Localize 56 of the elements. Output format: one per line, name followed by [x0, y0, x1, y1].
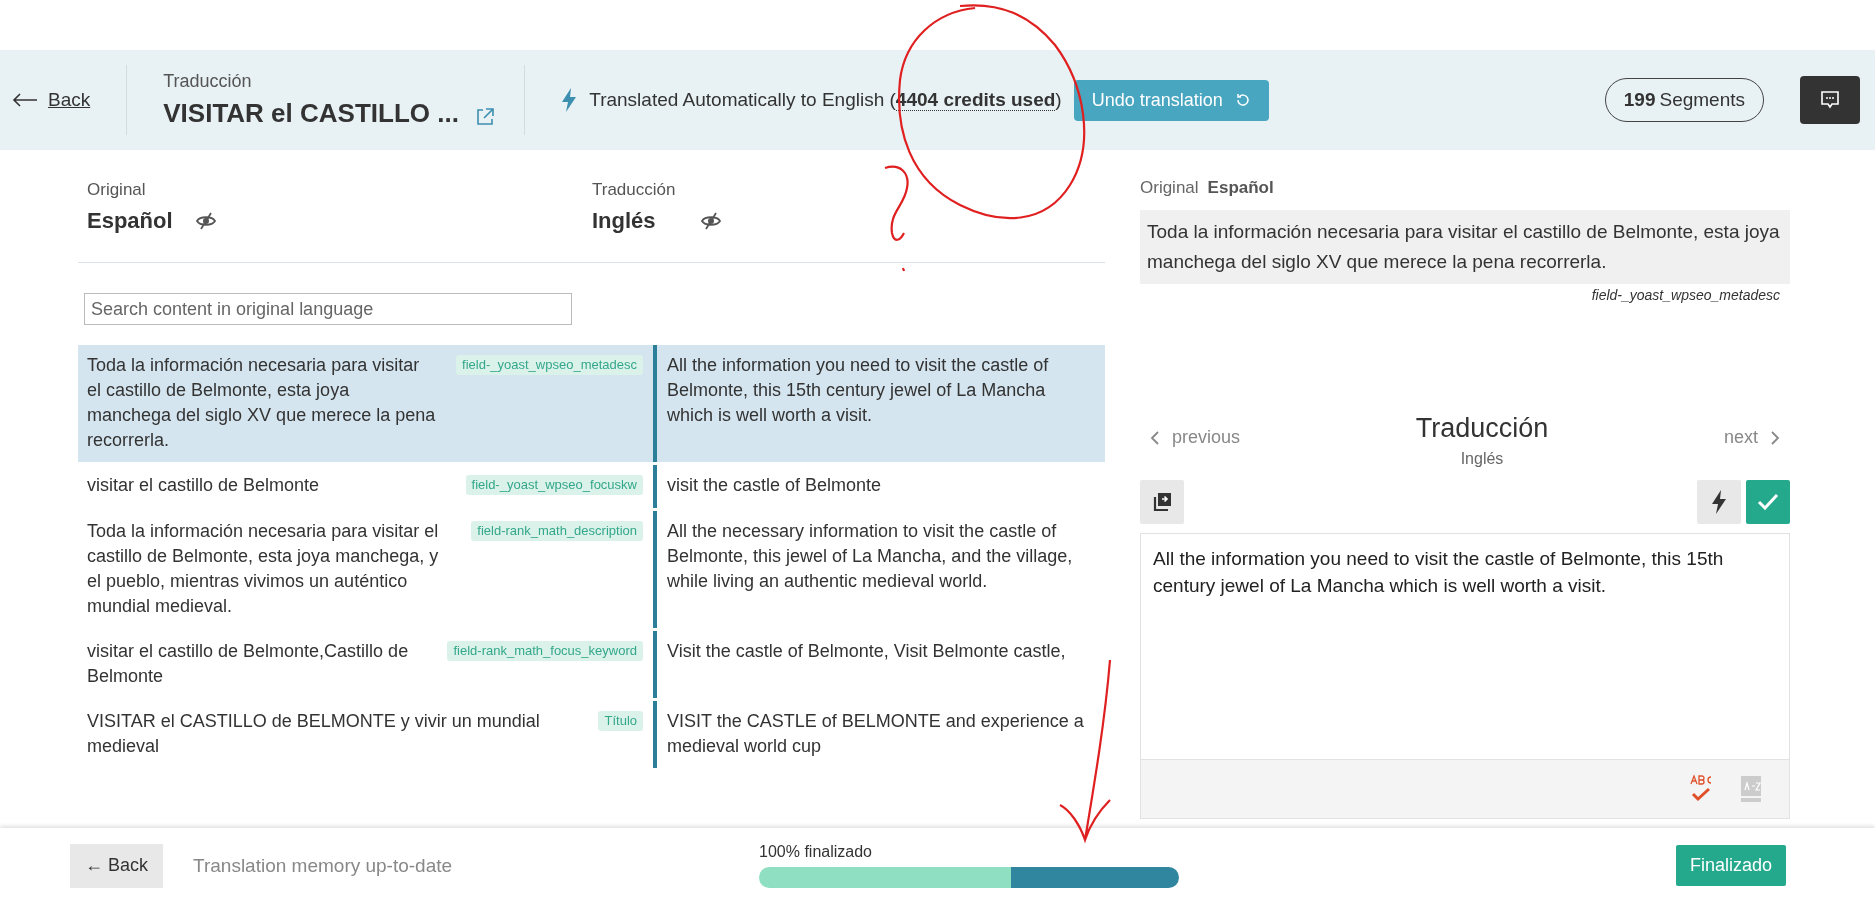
eye-slash-icon[interactable] — [700, 212, 722, 230]
segment-row[interactable]: visitar el castillo de Belmonte,Castillo de Belmonte field-rank_math_focus_keyword Visit the castle of Belmonte, Visit Belmonte castle, — [78, 631, 1105, 698]
column-label: Original — [87, 180, 147, 200]
previous-link[interactable]: previous — [1150, 427, 1241, 448]
undo-icon — [1234, 92, 1251, 108]
translation-heading: Traducción — [1415, 413, 1549, 444]
search-field[interactable]: Search content in original language — [84, 293, 572, 325]
back-button[interactable]: ← Back — [70, 843, 164, 888]
title-label: Traducción — [163, 71, 253, 92]
column-label: Traducción — [592, 180, 677, 200]
document-title: VISITAR el CASTILLO ... — [163, 98, 459, 129]
field-tag: field-rank_math_description — [471, 521, 643, 541]
comment-icon — [1819, 89, 1841, 111]
translated-text: VISIT the CASTLE of BELMONTE and experience a medieval world cup — [667, 711, 1084, 756]
source-text: visitar el castillo de Belmonte,Castillo de Belmonte — [87, 640, 410, 688]
source-text: visitar el castillo de Belmonte — [87, 474, 320, 497]
language-name: Inglés — [592, 208, 657, 234]
source-text: VISITAR el CASTILLO de BELMONTE y vivir un mundial medieval — [87, 710, 541, 758]
source-text: Toda la información necesaria para visitar el castillo de Belmonte, esta joya manchega del siglo XV que merece la pena recorrerla. — [87, 354, 437, 452]
lightning-icon — [561, 88, 578, 112]
chevron-left-icon — [1150, 429, 1160, 446]
segment-row[interactable]: visitar el castillo de Belmonte field-_yoast_wpseo_focuskw visit the castle of Belmonte — [78, 465, 1105, 508]
field-tag: field-rank_math_focus_keyword — [447, 641, 643, 661]
segment-row[interactable] — [78, 345, 1105, 462]
field-tag: field-_yoast_wpseo_metadesc — [456, 355, 643, 375]
segment-row[interactable]: VISITAR el CASTILLO de BELMONTE y vivir un mundial medieval Título VISIT the CASTLE of BELMONTE and experience a medieval world cup — [78, 701, 1105, 768]
copy-source-button[interactable] — [1140, 480, 1184, 524]
eye-slash-icon[interactable] — [195, 212, 217, 230]
target-language: Inglés — [1460, 450, 1504, 468]
translation-field[interactable]: All the information you need to visit the castle of Belmonte, this 15th century jewel of La Mancha which is well worth a visit. — [1140, 533, 1790, 759]
arrow-left-icon — [12, 93, 38, 107]
original-label: Original — [1140, 178, 1199, 198]
back-link[interactable]: Back — [12, 89, 91, 111]
language-name: Español — [87, 208, 174, 234]
source-language: Español — [1207, 178, 1274, 198]
copy-icon — [1151, 491, 1173, 513]
field-tag: Título — [598, 711, 643, 731]
confirm-button[interactable] — [1746, 480, 1790, 524]
field-name: field-_yoast_wpseo_metadesc — [1591, 287, 1780, 303]
external-link-icon[interactable] — [474, 106, 495, 127]
translated-text: Visit the castle of Belmonte, Visit Belmonte castle, — [667, 641, 1066, 661]
translated-text: All the information you need to visit the castle of Belmonte, this 15th century jewel of La Mancha which is well worth a visit. — [667, 355, 1049, 425]
lightning-icon — [1711, 490, 1727, 514]
comment-button[interactable] — [1800, 76, 1860, 124]
checkmark-icon — [1756, 492, 1780, 512]
memory-status-text: Translation memory up-to-date — [193, 854, 454, 877]
chevron-right-icon — [1770, 429, 1780, 446]
source-text: Toda la información necesaria para visitar el castillo de Belmonte, esta joya manchega, y el pueblo, mientras vivimos un auténtico mundial medieval. — [87, 520, 440, 618]
translated-text: All the necessary information to visit the castle of Belmonte, this jewel of La Mancha, and the village, while living an authentic medieval world. — [667, 521, 1073, 591]
auto-translate-button[interactable] — [1697, 480, 1741, 524]
spellcheck-icon[interactable] — [1689, 774, 1713, 804]
source-text-box: Toda la información necesaria para visitar el castillo de Belmonte, esta joya manchega del siglo XV que merece la pena recorrerla. — [1140, 210, 1790, 284]
next-link[interactable]: next — [1723, 427, 1780, 448]
translated-text: visit the castle of Belmonte — [667, 475, 882, 495]
progress-label: 100% finalizado — [759, 843, 873, 861]
field-tag: field-_yoast_wpseo_focuskw — [465, 475, 643, 495]
